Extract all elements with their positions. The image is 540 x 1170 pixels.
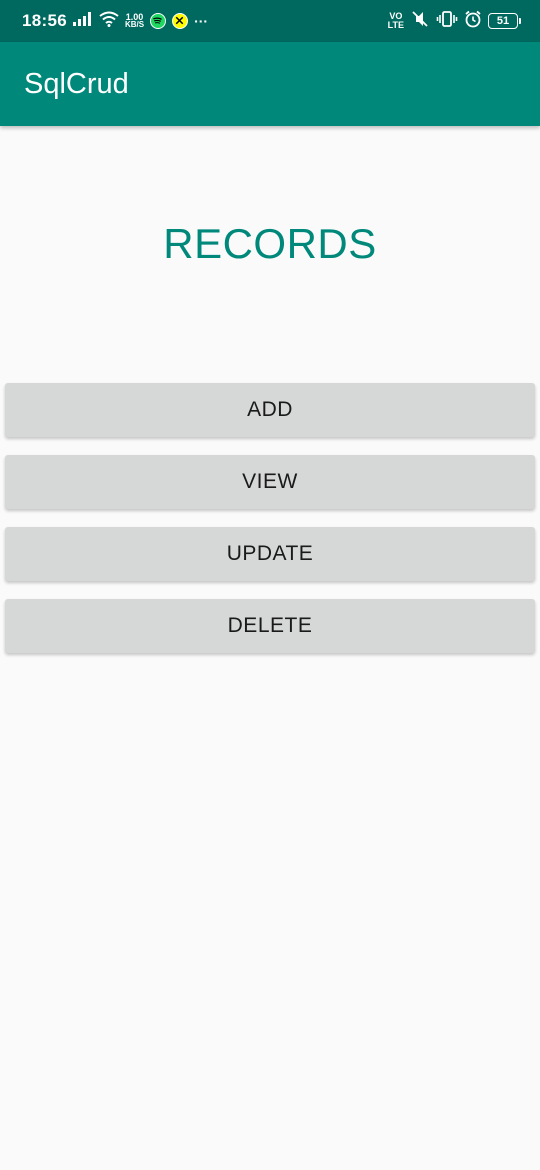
wifi-icon [99,11,119,32]
signal-icon [72,11,93,31]
view-button[interactable]: VIEW [5,455,535,509]
app-title: SqlCrud [24,67,129,100]
alarm-icon [464,10,482,33]
status-bar: 18:56 1.00 KB/S ··· VO LTE 51 [0,0,540,42]
volte-indicator: VO LTE [388,12,404,30]
net-speed-unit: KB/S [124,20,145,29]
spotify-icon [150,13,167,29]
more-notifications-icon: ··· [194,13,209,29]
snapchat-icon [172,13,189,29]
battery-icon: 51 [488,13,521,29]
add-button[interactable]: ADD [5,383,535,437]
update-button[interactable]: UPDATE [5,527,535,581]
app-bar: SqlCrud [0,42,540,126]
net-speed: 1.00 KB/S [125,13,144,29]
mute-icon [410,10,430,33]
volte-bottom: LTE [387,20,404,30]
delete-button[interactable]: DELETE [5,599,535,653]
vibrate-icon [436,10,458,33]
status-bar-left: 18:56 1.00 KB/S ··· [22,11,208,32]
status-time: 18:56 [22,11,67,30]
page-heading: RECORDS [163,220,377,267]
status-bar-right: VO LTE 51 [388,10,521,33]
